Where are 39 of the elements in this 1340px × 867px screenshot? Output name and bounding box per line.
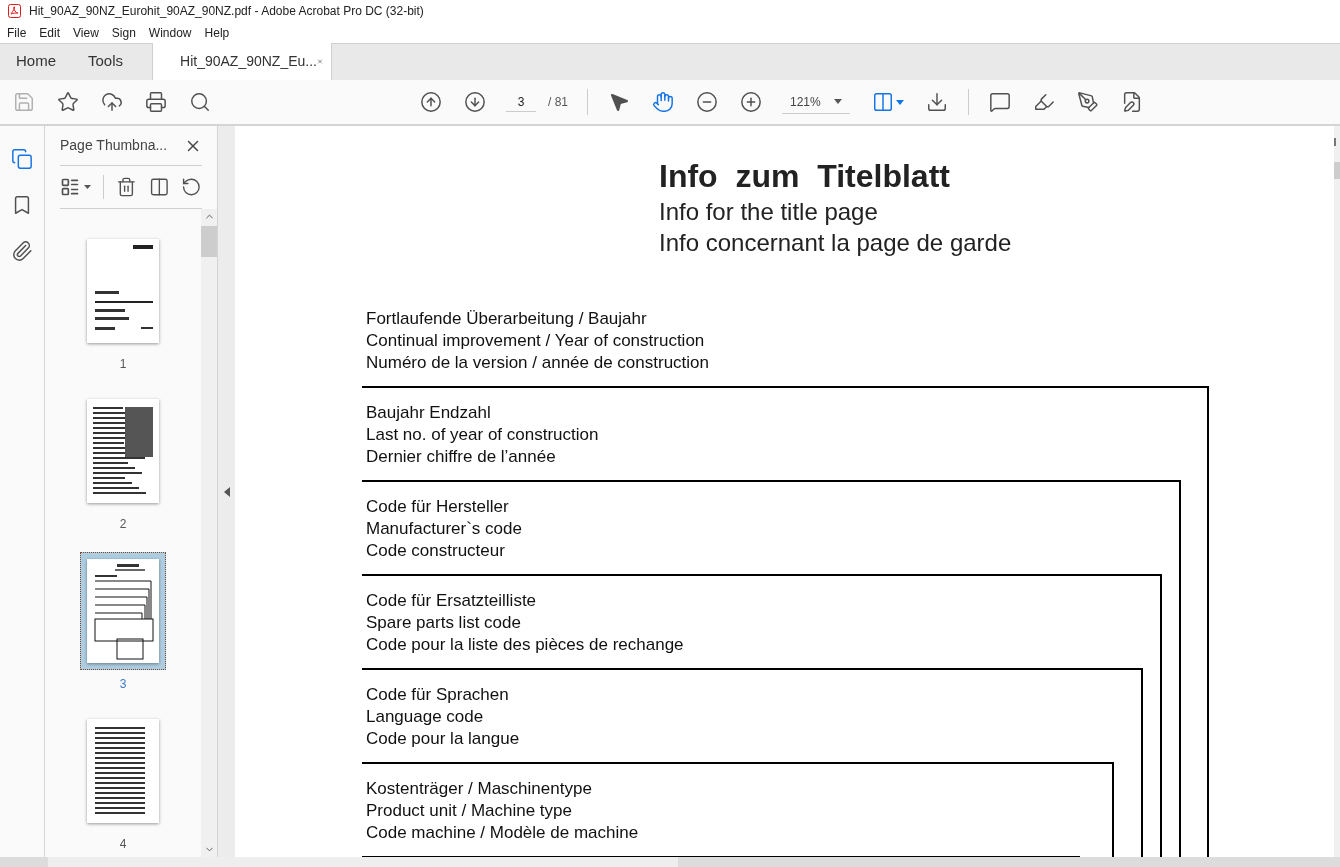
field-label: Numéro de la version / année de construction xyxy=(366,352,711,374)
menu-item[interactable]: Window xyxy=(148,23,192,42)
page-label: 4 xyxy=(119,836,127,853)
field-label: Code für Sprachen xyxy=(366,684,510,706)
document-tab[interactable]: Hit_90AZ_90NZ_Eu... xyxy=(152,43,333,80)
window-title: Hit_90AZ_90NZ_Eurohit_90AZ_90NZ.pdf - Adobe Acrobat Pro DC (32-bit) xyxy=(29,3,424,20)
field-label: Product unit / Machine type xyxy=(366,800,573,822)
page-number-field[interactable]: 3 xyxy=(506,92,536,112)
field-label: Code constructeur xyxy=(366,540,506,562)
field-label: Manufacturer`s code xyxy=(366,518,523,540)
nav-tab[interactable]: Home xyxy=(0,43,72,80)
field-label: Kostenträger / Maschinentype xyxy=(366,778,593,800)
field-label: Continual improvement / Year of construction xyxy=(366,330,706,352)
page-label: 2 xyxy=(119,516,127,533)
field-label: Code pour la liste des pièces de rechange xyxy=(366,634,685,656)
document-subtitle: Info concernant la page de garde xyxy=(659,228,1013,258)
page-label: 3 xyxy=(119,676,127,693)
field-label: Code machine / Modèle de machine xyxy=(366,822,640,844)
field-label: Language code xyxy=(366,706,485,728)
document-subtitle: Info for the title page xyxy=(659,197,879,227)
document-title: Info zum Titelblatt xyxy=(659,157,951,196)
panel-title: Page Thumbna... xyxy=(60,136,168,155)
field-label: Dernier chiffre de l’année xyxy=(366,446,557,468)
field-label: Spare parts list code xyxy=(366,612,522,634)
zoom-dropdown[interactable]: 121% xyxy=(782,90,850,114)
field-label: Last no. of year of construction xyxy=(366,424,600,446)
menu-item[interactable]: Help xyxy=(204,23,230,42)
menu-item[interactable]: Sign xyxy=(111,23,136,42)
field-label: Code für Ersatzteilliste xyxy=(366,590,538,612)
menu-item[interactable]: View xyxy=(73,23,99,42)
page-count: / 81 xyxy=(548,94,568,111)
menu-item[interactable]: Edit xyxy=(39,23,61,42)
field-label: Fortlaufende Überarbeitung / Baujahr xyxy=(366,308,648,330)
field-label: Code für Hersteller xyxy=(366,496,510,518)
field-label: Code pour la langue xyxy=(366,728,521,750)
field-label: Baujahr Endzahl xyxy=(366,402,492,424)
menu-item[interactable]: File xyxy=(7,23,27,42)
nav-tab[interactable]: Tools xyxy=(72,43,140,80)
page-label: 1 xyxy=(119,356,127,373)
